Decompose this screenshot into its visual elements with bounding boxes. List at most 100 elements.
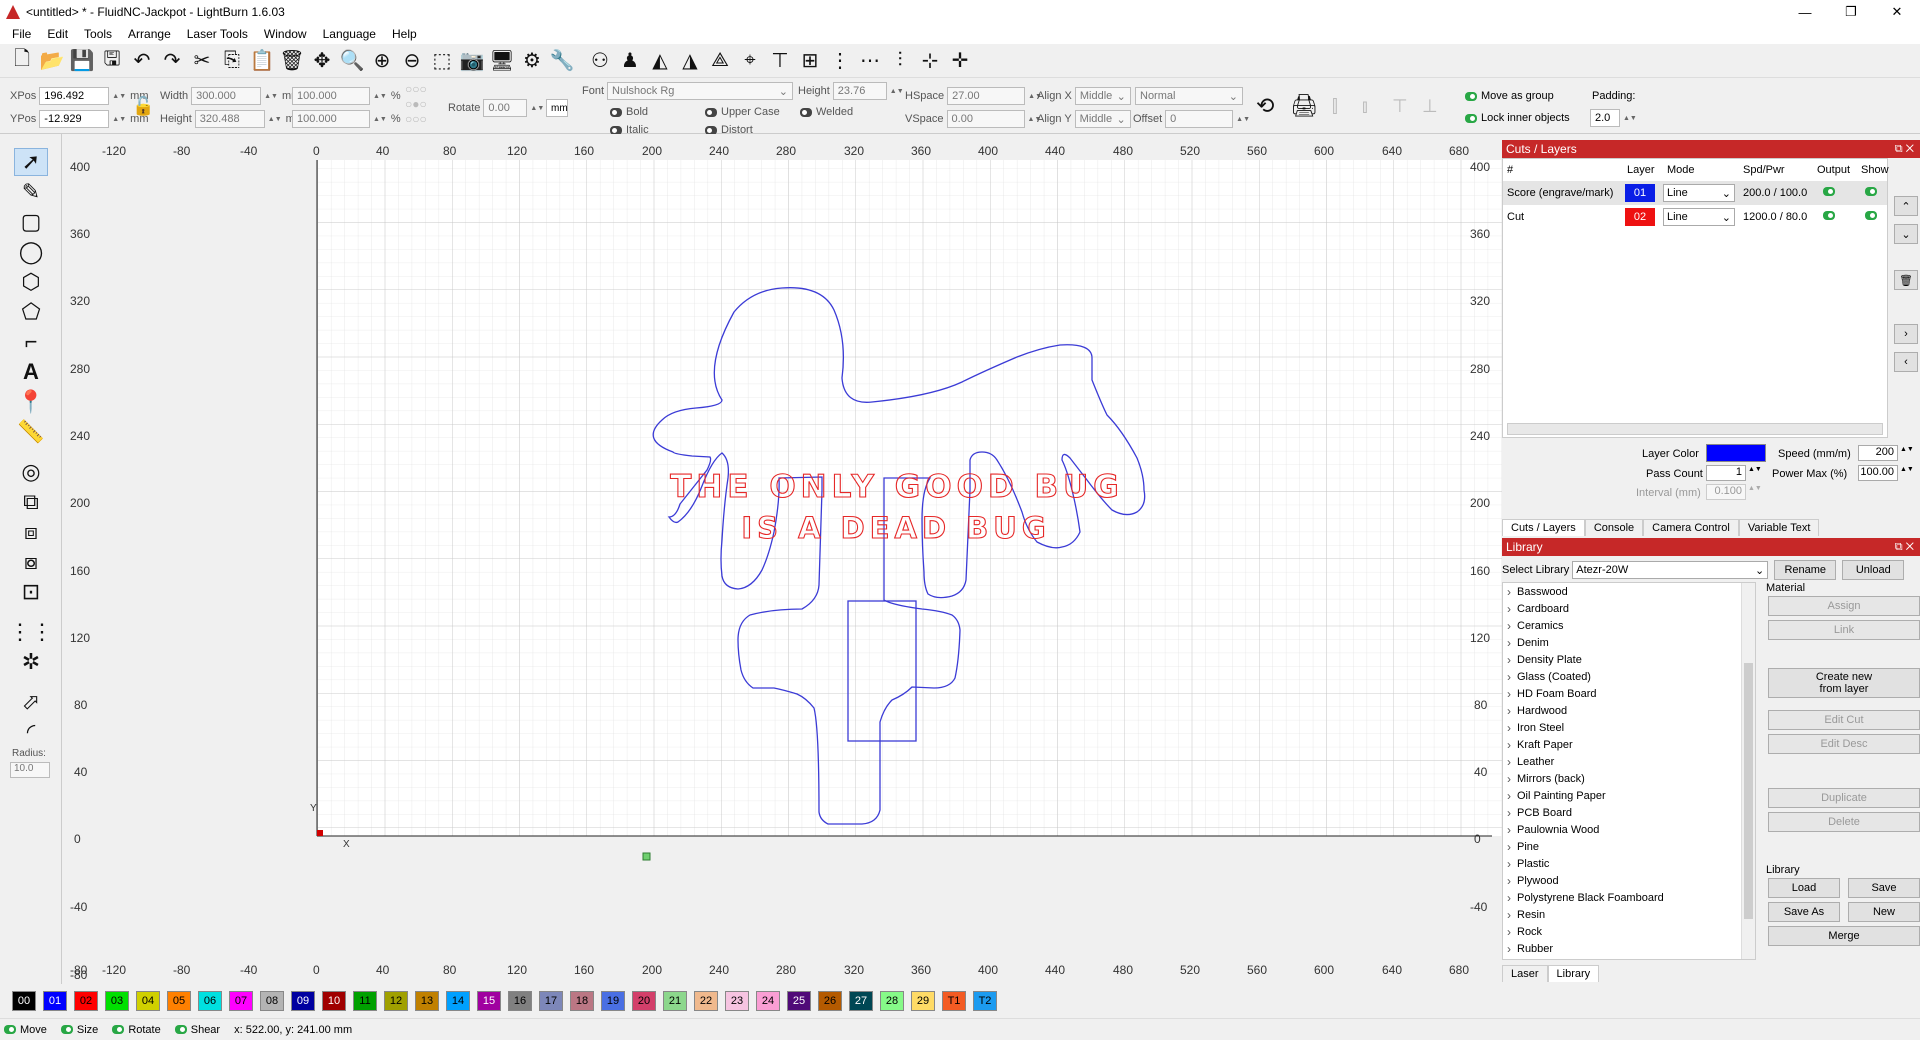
delete-layer-icon[interactable]: 🗑	[1894, 270, 1918, 290]
copy-icon[interactable]: ⎘	[218, 47, 246, 75]
list-item[interactable]: Oil Painting Paper	[1503, 787, 1755, 804]
merge-button[interactable]: Merge	[1768, 926, 1920, 946]
list-item[interactable]: Cardboard	[1503, 600, 1755, 617]
palette-swatch-28[interactable]: 28	[880, 991, 904, 1011]
vspace-input[interactable]: 0.00	[946, 110, 1025, 128]
align-x-select[interactable]: Middle ⌄	[1074, 87, 1131, 105]
palette-swatch-11[interactable]: 11	[353, 991, 377, 1011]
path-icon[interactable]: ⬀	[14, 688, 48, 716]
grid-array-icon[interactable]: ⋮⋮	[9, 618, 53, 646]
palette-swatch-18[interactable]: 18	[570, 991, 594, 1011]
layer-show-toggle[interactable]	[1865, 211, 1877, 220]
menu-window[interactable]: Window	[256, 27, 315, 41]
xpos-input[interactable]: 196.492	[39, 87, 110, 105]
select-arrow-icon[interactable]: ➚	[14, 148, 48, 176]
list-item[interactable]: Rubber	[1503, 940, 1755, 957]
palette-swatch-16[interactable]: 16	[508, 991, 532, 1011]
unload-button[interactable]: Unload	[1842, 560, 1905, 580]
polygon-icon[interactable]: ⬡	[14, 268, 48, 296]
palette-swatch-02[interactable]: 02	[74, 991, 98, 1011]
frame-selection-icon[interactable]: ⬚	[428, 47, 456, 75]
palette-swatch-00[interactable]: 00	[12, 991, 36, 1011]
table-row[interactable]: Score (engrave/mark) 01 Line ⌄ 200.0 / 10…	[1503, 181, 1887, 205]
list-item[interactable]: Plywood	[1503, 872, 1755, 889]
redo-icon[interactable]: ↷	[158, 47, 186, 75]
edit-cut-button[interactable]: Edit Cut	[1768, 710, 1920, 730]
palette-swatch-06[interactable]: 06	[198, 991, 222, 1011]
list-item[interactable]: Glass (Coated)	[1503, 668, 1755, 685]
palette-swatch-T1[interactable]: T1	[942, 991, 966, 1011]
assign-button[interactable]: Assign	[1768, 596, 1920, 616]
position-pin-icon[interactable]: 📍	[14, 388, 48, 416]
menu-help[interactable]: Help	[384, 27, 425, 41]
palette-swatch-07[interactable]: 07	[229, 991, 253, 1011]
zoom-in-icon[interactable]: ⊕	[368, 47, 396, 75]
rotate-input[interactable]: 0.00	[483, 99, 528, 117]
mm-toggle-button[interactable]: mm	[546, 99, 568, 117]
palette-swatch-19[interactable]: 19	[601, 991, 625, 1011]
boolean-subtract-icon[interactable]: ⧇	[14, 548, 48, 576]
delete-icon[interactable]: 🗑	[278, 47, 306, 75]
size-toggle[interactable]	[60, 1025, 73, 1034]
list-item[interactable]: Denim	[1503, 634, 1755, 651]
palette-swatch-22[interactable]: 22	[694, 991, 718, 1011]
lock-ratio-icon[interactable]: 🔓	[132, 96, 154, 116]
corner-radius-icon[interactable]: ◜	[14, 718, 48, 746]
monitor-icon[interactable]: 🖥	[488, 47, 516, 75]
palette-swatch-04[interactable]: 04	[136, 991, 160, 1011]
save-button[interactable]: Save	[1848, 878, 1920, 898]
list-item[interactable]: Mirrors (back)	[1503, 770, 1755, 787]
panel-float-close-icon[interactable]: ⧉ ✕	[1895, 143, 1914, 156]
flip-vertical-icon[interactable]: ◮	[676, 47, 704, 75]
flip-horizontal-icon[interactable]: ◭	[646, 47, 674, 75]
height-input[interactable]: 320.488	[194, 110, 265, 128]
layer-mode-select[interactable]: Line ⌄	[1663, 208, 1735, 226]
layer-color-swatch[interactable]	[1706, 444, 1766, 462]
cuts-horizontal-scrollbar[interactable]	[1507, 423, 1883, 435]
mirror-icon[interactable]: ⟁	[706, 47, 734, 75]
palette-swatch-08[interactable]: 08	[260, 991, 284, 1011]
padding-input[interactable]: 2.0	[1590, 109, 1620, 127]
scale-width-input[interactable]: 100.000	[292, 87, 370, 105]
tab-laser[interactable]: Laser	[1502, 965, 1548, 982]
move-layer-up-icon[interactable]: ⌃	[1894, 196, 1918, 216]
list-item[interactable]: Ceramics	[1503, 617, 1755, 634]
layer-mode-select[interactable]: Line ⌄	[1663, 184, 1735, 202]
create-new-from-layer-button[interactable]: Create new from layer	[1768, 668, 1920, 698]
palette-swatch-27[interactable]: 27	[849, 991, 873, 1011]
rectangle-icon[interactable]: ▢	[14, 208, 48, 236]
center-icon[interactable]: ⌖	[736, 47, 764, 75]
layer-swatch[interactable]: 02	[1625, 208, 1655, 226]
open-folder-icon[interactable]: 📂	[38, 47, 66, 75]
align-top-icon[interactable]: ⊤	[766, 47, 794, 75]
text-line-2[interactable]: IS A DEAD BUG	[741, 510, 1050, 545]
edit-desc-button[interactable]: Edit Desc	[1768, 734, 1920, 754]
collapse-left-icon[interactable]: ‹	[1894, 352, 1918, 372]
font-select[interactable]: Nulshock Rg ⌄	[607, 82, 794, 100]
palette-swatch-20[interactable]: 20	[632, 991, 656, 1011]
palette-swatch-09[interactable]: 09	[291, 991, 315, 1011]
palette-swatch-25[interactable]: 25	[787, 991, 811, 1011]
palette-swatch-T2[interactable]: T2	[973, 991, 997, 1011]
list-item[interactable]: Hardwood	[1503, 702, 1755, 719]
ypos-input[interactable]: -12.929	[39, 110, 110, 128]
camera-icon[interactable]: 📷	[458, 47, 486, 75]
list-item[interactable]: Plastic	[1503, 855, 1755, 872]
list-item[interactable]: Paulownia Wood	[1503, 821, 1755, 838]
settings-gear-icon[interactable]: ⚙	[518, 47, 546, 75]
duplicate-button[interactable]: Duplicate	[1768, 788, 1920, 808]
tab-cuts-layers[interactable]: Cuts / Layers	[1502, 519, 1585, 536]
interval-input[interactable]: 0.100	[1706, 484, 1746, 500]
text-line-1[interactable]: THE ONLY GOOD BUG	[670, 468, 1123, 505]
layer-show-toggle[interactable]	[1865, 187, 1877, 196]
palette-swatch-03[interactable]: 03	[105, 991, 129, 1011]
list-item[interactable]: Basswood	[1503, 583, 1755, 600]
undo-icon[interactable]: ↶	[128, 47, 156, 75]
palette-swatch-15[interactable]: 15	[477, 991, 501, 1011]
save-as-icon[interactable]: 🖫	[98, 47, 126, 75]
rename-button[interactable]: Rename	[1774, 560, 1837, 580]
circular-array-icon[interactable]: ✲	[14, 648, 48, 676]
boolean-union-icon[interactable]: ⧈	[14, 518, 48, 546]
list-item[interactable]: Polystyrene Black Foamboard	[1503, 889, 1755, 906]
minimize-button[interactable]: —	[1782, 0, 1828, 24]
